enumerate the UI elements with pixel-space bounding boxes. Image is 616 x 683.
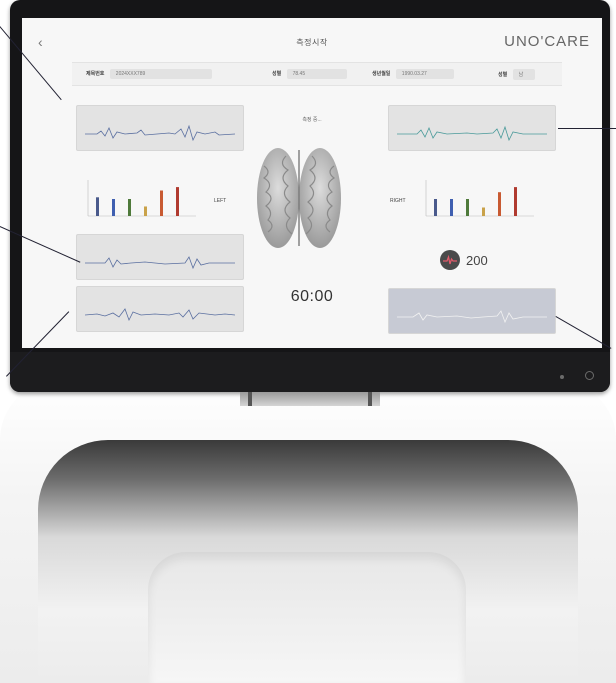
right-bar-chart-svg xyxy=(425,180,534,217)
wave-label xyxy=(83,239,84,244)
left-bar-2 xyxy=(128,199,131,216)
indicator-light-icon xyxy=(560,375,564,379)
monitor-stand xyxy=(240,392,380,406)
info-field-birth: 생년월일 1990.03.27 xyxy=(372,69,454,79)
info-field-gender: 성별 남 xyxy=(498,69,535,80)
info-birth-value: 1990.03.27 xyxy=(395,69,454,79)
right-band-chart xyxy=(422,178,540,222)
left-bar-1 xyxy=(112,199,115,216)
touch-screen: ‹ 측정시작 UNO'CARE 제목번호 2024XXX789 성별 78.45… xyxy=(22,18,602,348)
right-bar-3 xyxy=(482,207,485,216)
info-2-value: 78.45 xyxy=(286,69,347,79)
heart-rate-value: 200 xyxy=(466,253,488,268)
left-bar-4 xyxy=(160,190,163,216)
wave-panel-left-top xyxy=(76,105,244,151)
info-field-id: 제목번호 2024XXX789 xyxy=(86,69,212,79)
right-bar-4 xyxy=(498,192,501,216)
eeg-waveform xyxy=(85,124,235,142)
left-label: LEFT xyxy=(214,198,227,204)
eeg-waveform xyxy=(85,256,235,270)
device-base-recess xyxy=(148,552,466,683)
left-band-chart xyxy=(84,178,202,222)
monitor-chin xyxy=(10,352,610,392)
wave-panel-left-mid xyxy=(76,234,244,280)
heart-pulse-icon xyxy=(440,250,460,270)
eeg-waveform xyxy=(397,125,547,142)
right-bar-0 xyxy=(434,199,437,216)
info-gender-value: 남 xyxy=(512,69,535,80)
callout-line xyxy=(558,128,616,129)
left-bar-chart-svg xyxy=(87,180,196,217)
wave-panel-right-top xyxy=(388,105,556,151)
right-bar-5 xyxy=(514,187,517,216)
right-bar-1 xyxy=(450,199,453,216)
measuring-status: 측정 중... xyxy=(302,117,322,123)
eeg-waveform xyxy=(397,310,547,324)
wave-label xyxy=(395,110,396,115)
left-bar-3 xyxy=(144,206,147,216)
power-button-icon[interactable] xyxy=(585,371,594,380)
heart-rate-indicator: 200 xyxy=(440,250,520,272)
brand-logo: UNO'CARE xyxy=(504,33,590,50)
wave-label xyxy=(83,110,84,115)
measurement-timer: 60:00 xyxy=(290,288,334,305)
right-label: RIGHT xyxy=(390,198,406,204)
left-bar-5 xyxy=(176,187,179,216)
info-id-value: 2024XXX789 xyxy=(109,69,212,79)
patient-info-bar: 제목번호 2024XXX789 성별 78.45 생년월일 1990.03.27… xyxy=(72,62,562,86)
right-bar-2 xyxy=(466,199,469,216)
left-bar-0 xyxy=(96,197,99,216)
info-field-2: 성별 78.45 xyxy=(272,69,347,79)
brain-icon xyxy=(257,148,341,248)
